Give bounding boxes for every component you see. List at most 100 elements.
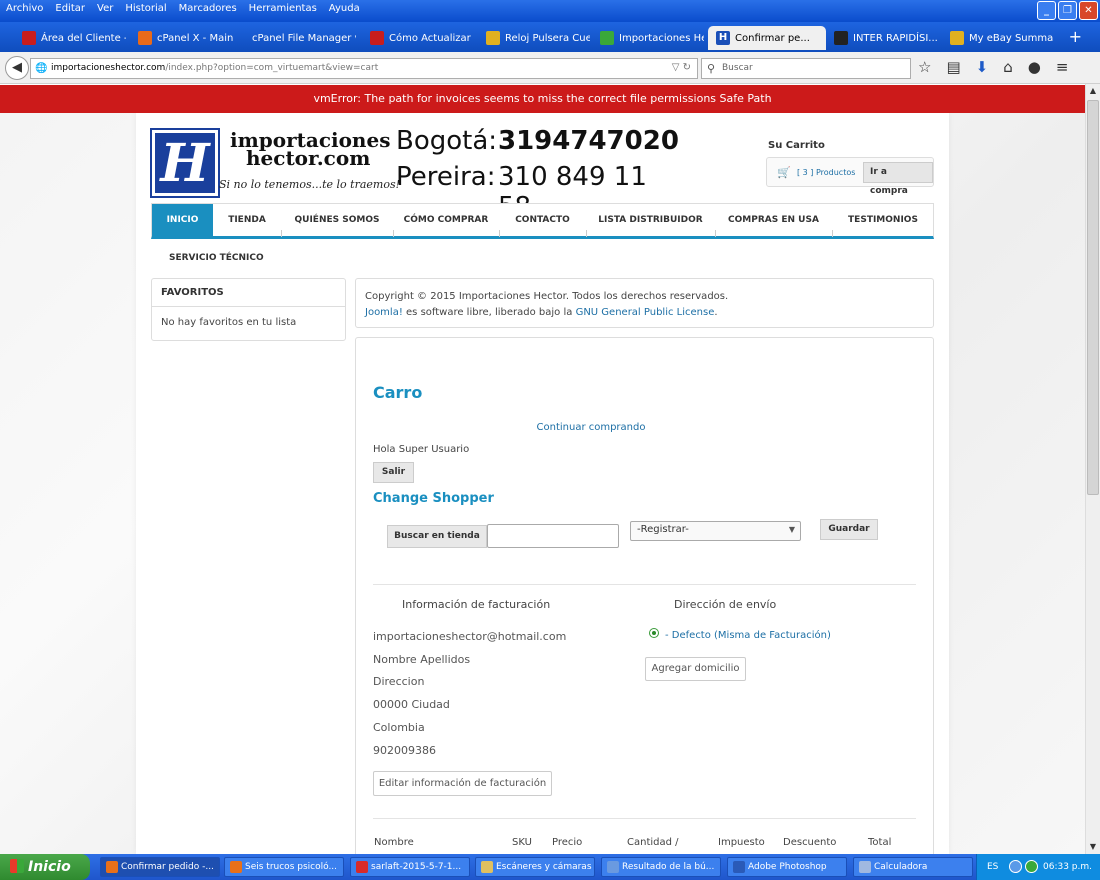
billing-title: Información de facturación [402,598,551,611]
tab-label: Área del Cliente -... [41,32,126,44]
photoshop-icon [733,861,745,873]
save-button[interactable]: Guardar [820,519,878,540]
minimize-icon[interactable]: _ [1037,1,1056,20]
favicon-icon: H [716,31,730,45]
cart-heading: Carro [373,383,423,402]
menu-compras-en-usa[interactable]: COMPRAS EN USA [716,204,831,237]
reload-icon[interactable]: ▽ ↻ [672,62,691,73]
task-escaneres[interactable]: Escáneres y cámaras [475,857,595,877]
default-shipping-radio[interactable] [649,628,659,638]
globe-icon: 🌐 [35,63,48,74]
menu-herramientas[interactable]: Herramientas [249,3,317,14]
taskbar: Inicio Confirmar pedido -... Seis trucos… [0,854,1100,880]
license-line: Joomla! es software libre, liberado bajo… [365,305,924,321]
task-confirmar-pedido[interactable]: Confirmar pedido -... [100,857,220,877]
tab-cpanel-file-manager[interactable]: cPanel File Manager v3 [244,26,356,50]
tab-reloj-pulsera[interactable]: Reloj Pulsera Cue... [478,26,590,50]
greeting-text: Hola Super Usuario [373,444,470,455]
menu-tienda[interactable]: TIENDA [214,204,280,237]
tab-ebay-summary[interactable]: My eBay Summary [942,26,1054,50]
pdf-icon [356,861,368,873]
search-store-button[interactable]: Buscar en tienda [387,525,487,548]
shopper-search-input[interactable] [487,524,619,548]
hamburger-menu-icon[interactable]: ≡ [1056,58,1069,76]
col-header-nombre: Nombre [374,837,414,848]
menu-marcadores[interactable]: Marcadores [179,3,237,14]
menu-inicio[interactable]: INICIO [152,204,213,237]
cart-products-link[interactable]: [ 3 ] Productos [797,168,855,177]
bookmark-star-icon[interactable]: ☆ [918,58,931,76]
windows-logo-icon [10,859,24,873]
register-select[interactable]: -Registrar- ▼ [630,521,801,541]
download-icon[interactable]: ⬇ [976,58,989,76]
task-label: Confirmar pedido -... [121,862,214,872]
menu-servicio-tecnico[interactable]: SERVICIO TÉCNICO [169,253,264,263]
start-button[interactable]: Inicio [0,854,90,880]
gpl-link[interactable]: GNU General Public License [576,307,715,318]
joomla-link[interactable]: Joomla! [365,307,403,318]
tab-importaciones[interactable]: Importaciones He... [592,26,704,50]
task-calculadora[interactable]: Calculadora [853,857,973,877]
menu-contacto[interactable]: CONTACTO [500,204,585,237]
search-input[interactable]: ⚲ Buscar [701,58,911,79]
add-address-button[interactable]: Agregar domicilio [645,657,746,681]
chat-icon[interactable]: ● [1028,58,1041,76]
url-bar[interactable]: 🌐 importacioneshector.com/index.php?opti… [30,58,698,79]
tab-confirmar-pedido[interactable]: H Confirmar pe... ✕ [708,26,826,50]
billing-address: Direccion [373,675,425,688]
billing-name: Nombre Apellidos [373,653,471,666]
scroll-down-icon[interactable]: ▼ [1086,840,1100,854]
tray-app-icon[interactable] [1025,860,1038,873]
task-label: Escáneres y cámaras [496,862,592,872]
tab-label: cPanel X - Main [157,32,234,44]
vertical-scrollbar[interactable]: ▲ ▼ [1085,84,1100,854]
toolbar-icons: ☆ ▤ ⬇ ⌂ ● ≡ [918,58,1068,76]
site-logo[interactable]: H importaciones hector.com Si no lo tene… [150,126,679,222]
page-viewport: H importaciones hector.com Si no lo tene… [0,113,1085,854]
favorites-panel: FAVORITOS No hay favoritos en tu lista [151,278,346,341]
cart-box: 🛒 [ 3 ] Productos Ir a compra [766,157,934,196]
task-seis-trucos[interactable]: Seis trucos psicoló... [224,857,344,877]
menu-bar: Archivo Editar Ver Historial Marcadores … [0,0,1100,22]
maximize-icon[interactable]: ❐ [1058,1,1077,20]
tab-cpanel-main[interactable]: cPanel X - Main [130,26,242,50]
scroll-up-icon[interactable]: ▲ [1086,84,1100,98]
menu-editar[interactable]: Editar [55,3,85,14]
task-resultado-busqueda[interactable]: Resultado de la bú... [601,857,721,877]
logo-line2: hector.com [246,146,371,170]
menu-como-comprar[interactable]: CÓMO COMPRAR [394,204,498,237]
menu-ayuda[interactable]: Ayuda [329,3,360,14]
page-container: H importaciones hector.com Si no lo tene… [136,113,949,854]
continue-shopping-link[interactable]: Continuar comprando [356,422,826,433]
default-shipping-label[interactable]: - Defecto (Misma de Facturación) [665,630,831,641]
home-icon[interactable]: ⌂ [1003,58,1013,76]
menu-ver[interactable]: Ver [97,3,113,14]
task-photoshop[interactable]: Adobe Photoshop [727,857,847,877]
menu-archivo[interactable]: Archivo [6,3,43,14]
copyright-box: Copyright © 2015 Importaciones Hector. T… [355,278,934,328]
menu-historial[interactable]: Historial [125,3,166,14]
url-path: /index.php?option=com_virtuemart&view=ca… [165,63,379,73]
scroll-thumb[interactable] [1087,100,1099,495]
tab-inter-rapidisimo[interactable]: INTER RAPIDÍSI... [826,26,938,50]
tray-arrow-icon[interactable] [1009,860,1022,873]
edit-billing-button[interactable]: Editar información de facturación [373,771,552,796]
language-indicator[interactable]: ES [987,854,998,880]
divider [373,818,916,819]
task-label: Calculadora [874,862,928,872]
back-icon[interactable]: ◀ [5,56,29,80]
new-tab-icon[interactable]: + [1069,27,1082,46]
tab-label: Confirmar pe... [735,32,810,44]
menu-lista-distribuidor[interactable]: LISTA DISTRIBUIDOR [587,204,714,237]
checkout-button[interactable]: Ir a compra [863,162,933,196]
close-icon[interactable]: ✕ [1079,1,1098,20]
menu-quienes-somos[interactable]: QUIÉNES SOMOS [282,204,392,237]
task-label: Resultado de la bú... [622,862,715,872]
task-label: Adobe Photoshop [748,862,827,872]
task-sarlaft[interactable]: sarlaft-2015-5-7-1... [350,857,470,877]
tab-como-actualizar[interactable]: Cómo Actualizar ... [362,26,474,50]
reader-icon[interactable]: ▤ [946,58,960,76]
menu-testimonios[interactable]: TESTIMONIOS [833,204,933,237]
logout-button[interactable]: Salir [373,462,414,483]
tab-area-cliente[interactable]: Área del Cliente -... [14,26,126,50]
